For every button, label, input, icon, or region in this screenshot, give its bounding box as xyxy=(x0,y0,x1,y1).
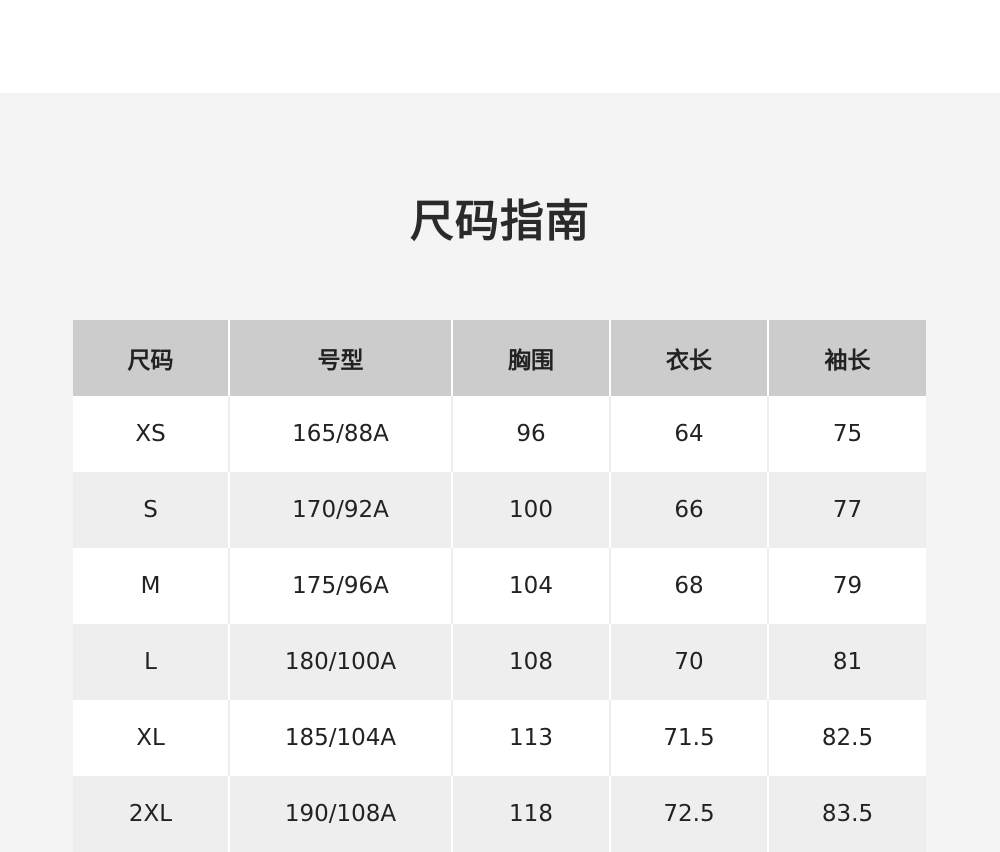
table-row: S 170/92A 100 66 77 xyxy=(73,472,926,548)
cell-length: 64 xyxy=(609,396,768,472)
cell-sleeve: 82.5 xyxy=(767,700,926,776)
size-chart-table: 尺码 号型 胸围 衣长 袖长 XS 165/88A 96 64 75 S 170… xyxy=(73,320,926,852)
table-row: XL 185/104A 113 71.5 82.5 xyxy=(73,700,926,776)
cell-model: 165/88A xyxy=(228,396,452,472)
table-row: 2XL 190/108A 118 72.5 83.5 xyxy=(73,776,926,852)
page-title: 尺码指南 xyxy=(410,196,590,247)
header-length: 衣长 xyxy=(609,320,768,396)
cell-model: 175/96A xyxy=(228,548,452,624)
cell-size: M xyxy=(73,548,229,624)
cell-sleeve: 81 xyxy=(767,624,926,700)
cell-size: XL xyxy=(73,700,229,776)
cell-chest: 104 xyxy=(451,548,610,624)
header-chest: 胸围 xyxy=(451,320,610,396)
header-size: 尺码 xyxy=(73,320,229,396)
cell-sleeve: 75 xyxy=(767,396,926,472)
cell-size: L xyxy=(73,624,229,700)
cell-length: 72.5 xyxy=(609,776,768,852)
cell-model: 180/100A xyxy=(228,624,452,700)
cell-length: 66 xyxy=(609,472,768,548)
cell-chest: 100 xyxy=(451,472,610,548)
cell-sleeve: 79 xyxy=(767,548,926,624)
cell-length: 71.5 xyxy=(609,700,768,776)
cell-model: 190/108A xyxy=(228,776,452,852)
table-row: M 175/96A 104 68 79 xyxy=(73,548,926,624)
top-band xyxy=(0,0,1000,93)
cell-model: 170/92A xyxy=(228,472,452,548)
cell-length: 68 xyxy=(609,548,768,624)
cell-model: 185/104A xyxy=(228,700,452,776)
cell-chest: 108 xyxy=(451,624,610,700)
cell-sleeve: 83.5 xyxy=(767,776,926,852)
cell-chest: 118 xyxy=(451,776,610,852)
header-sleeve: 袖长 xyxy=(767,320,926,396)
cell-sleeve: 77 xyxy=(767,472,926,548)
header-model: 号型 xyxy=(228,320,452,396)
table-row: XS 165/88A 96 64 75 xyxy=(73,396,926,472)
cell-size: XS xyxy=(73,396,229,472)
cell-chest: 96 xyxy=(451,396,610,472)
cell-chest: 113 xyxy=(451,700,610,776)
table-row: L 180/100A 108 70 81 xyxy=(73,624,926,700)
table-header-row: 尺码 号型 胸围 衣长 袖长 xyxy=(73,320,926,396)
cell-size: 2XL xyxy=(73,776,229,852)
cell-length: 70 xyxy=(609,624,768,700)
cell-size: S xyxy=(73,472,229,548)
